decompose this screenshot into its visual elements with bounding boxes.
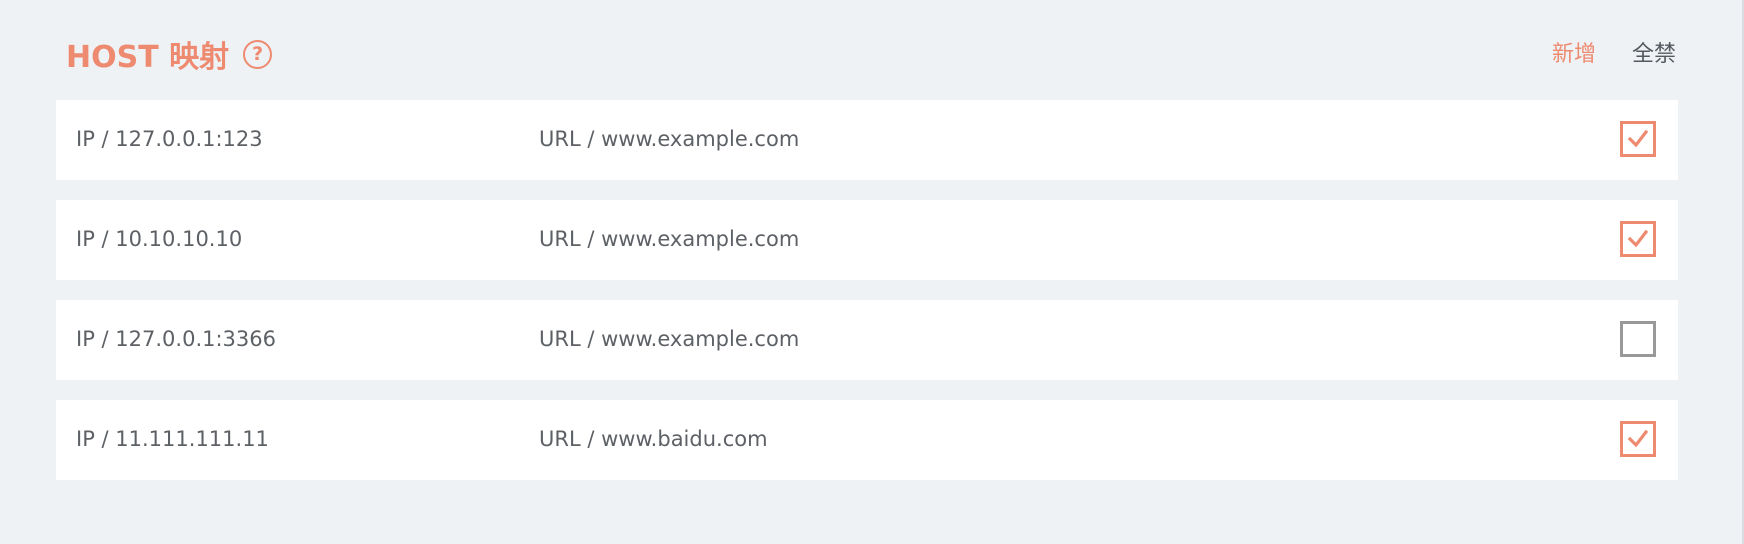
- url-value: URL / www.example.com: [539, 227, 800, 251]
- disable-all-button[interactable]: 全禁: [1632, 36, 1676, 68]
- title-text: HOST 映射: [66, 40, 230, 75]
- ip-value: IP / 11.111.111.11: [76, 427, 269, 451]
- check-icon: [1627, 129, 1649, 148]
- question-circle-icon[interactable]: ?: [243, 39, 273, 69]
- enable-checkbox[interactable]: [1620, 221, 1656, 257]
- enable-checkbox[interactable]: [1620, 421, 1656, 457]
- host-mapping-row: IP / 10.10.10.10 URL / www.example.com: [56, 200, 1678, 280]
- add-button[interactable]: 新增: [1552, 36, 1596, 68]
- host-mapping-row: IP / 11.111.111.11 URL / www.baidu.com: [56, 400, 1678, 480]
- url-value: URL / www.example.com: [539, 327, 800, 351]
- section-header: HOST 映射 ? 新增 全禁: [56, 26, 1676, 76]
- enable-checkbox[interactable]: [1620, 321, 1656, 357]
- section-title: HOST 映射 ?: [66, 32, 273, 76]
- check-icon: [1627, 429, 1649, 448]
- url-value: URL / www.baidu.com: [539, 427, 768, 451]
- host-mapping-list: IP / 127.0.0.1:123 URL / www.example.com…: [56, 100, 1678, 500]
- check-icon: [1627, 229, 1649, 248]
- host-mapping-row: IP / 127.0.0.1:123 URL / www.example.com: [56, 100, 1678, 180]
- header-actions: 新增 全禁: [1552, 36, 1676, 68]
- ip-value: IP / 10.10.10.10: [76, 227, 243, 251]
- host-mapping-row: IP / 127.0.0.1:3366 URL / www.example.co…: [56, 300, 1678, 380]
- ip-value: IP / 127.0.0.1:3366: [76, 327, 276, 351]
- url-value: URL / www.example.com: [539, 127, 800, 151]
- enable-checkbox[interactable]: [1620, 121, 1656, 157]
- ip-value: IP / 127.0.0.1:123: [76, 127, 263, 151]
